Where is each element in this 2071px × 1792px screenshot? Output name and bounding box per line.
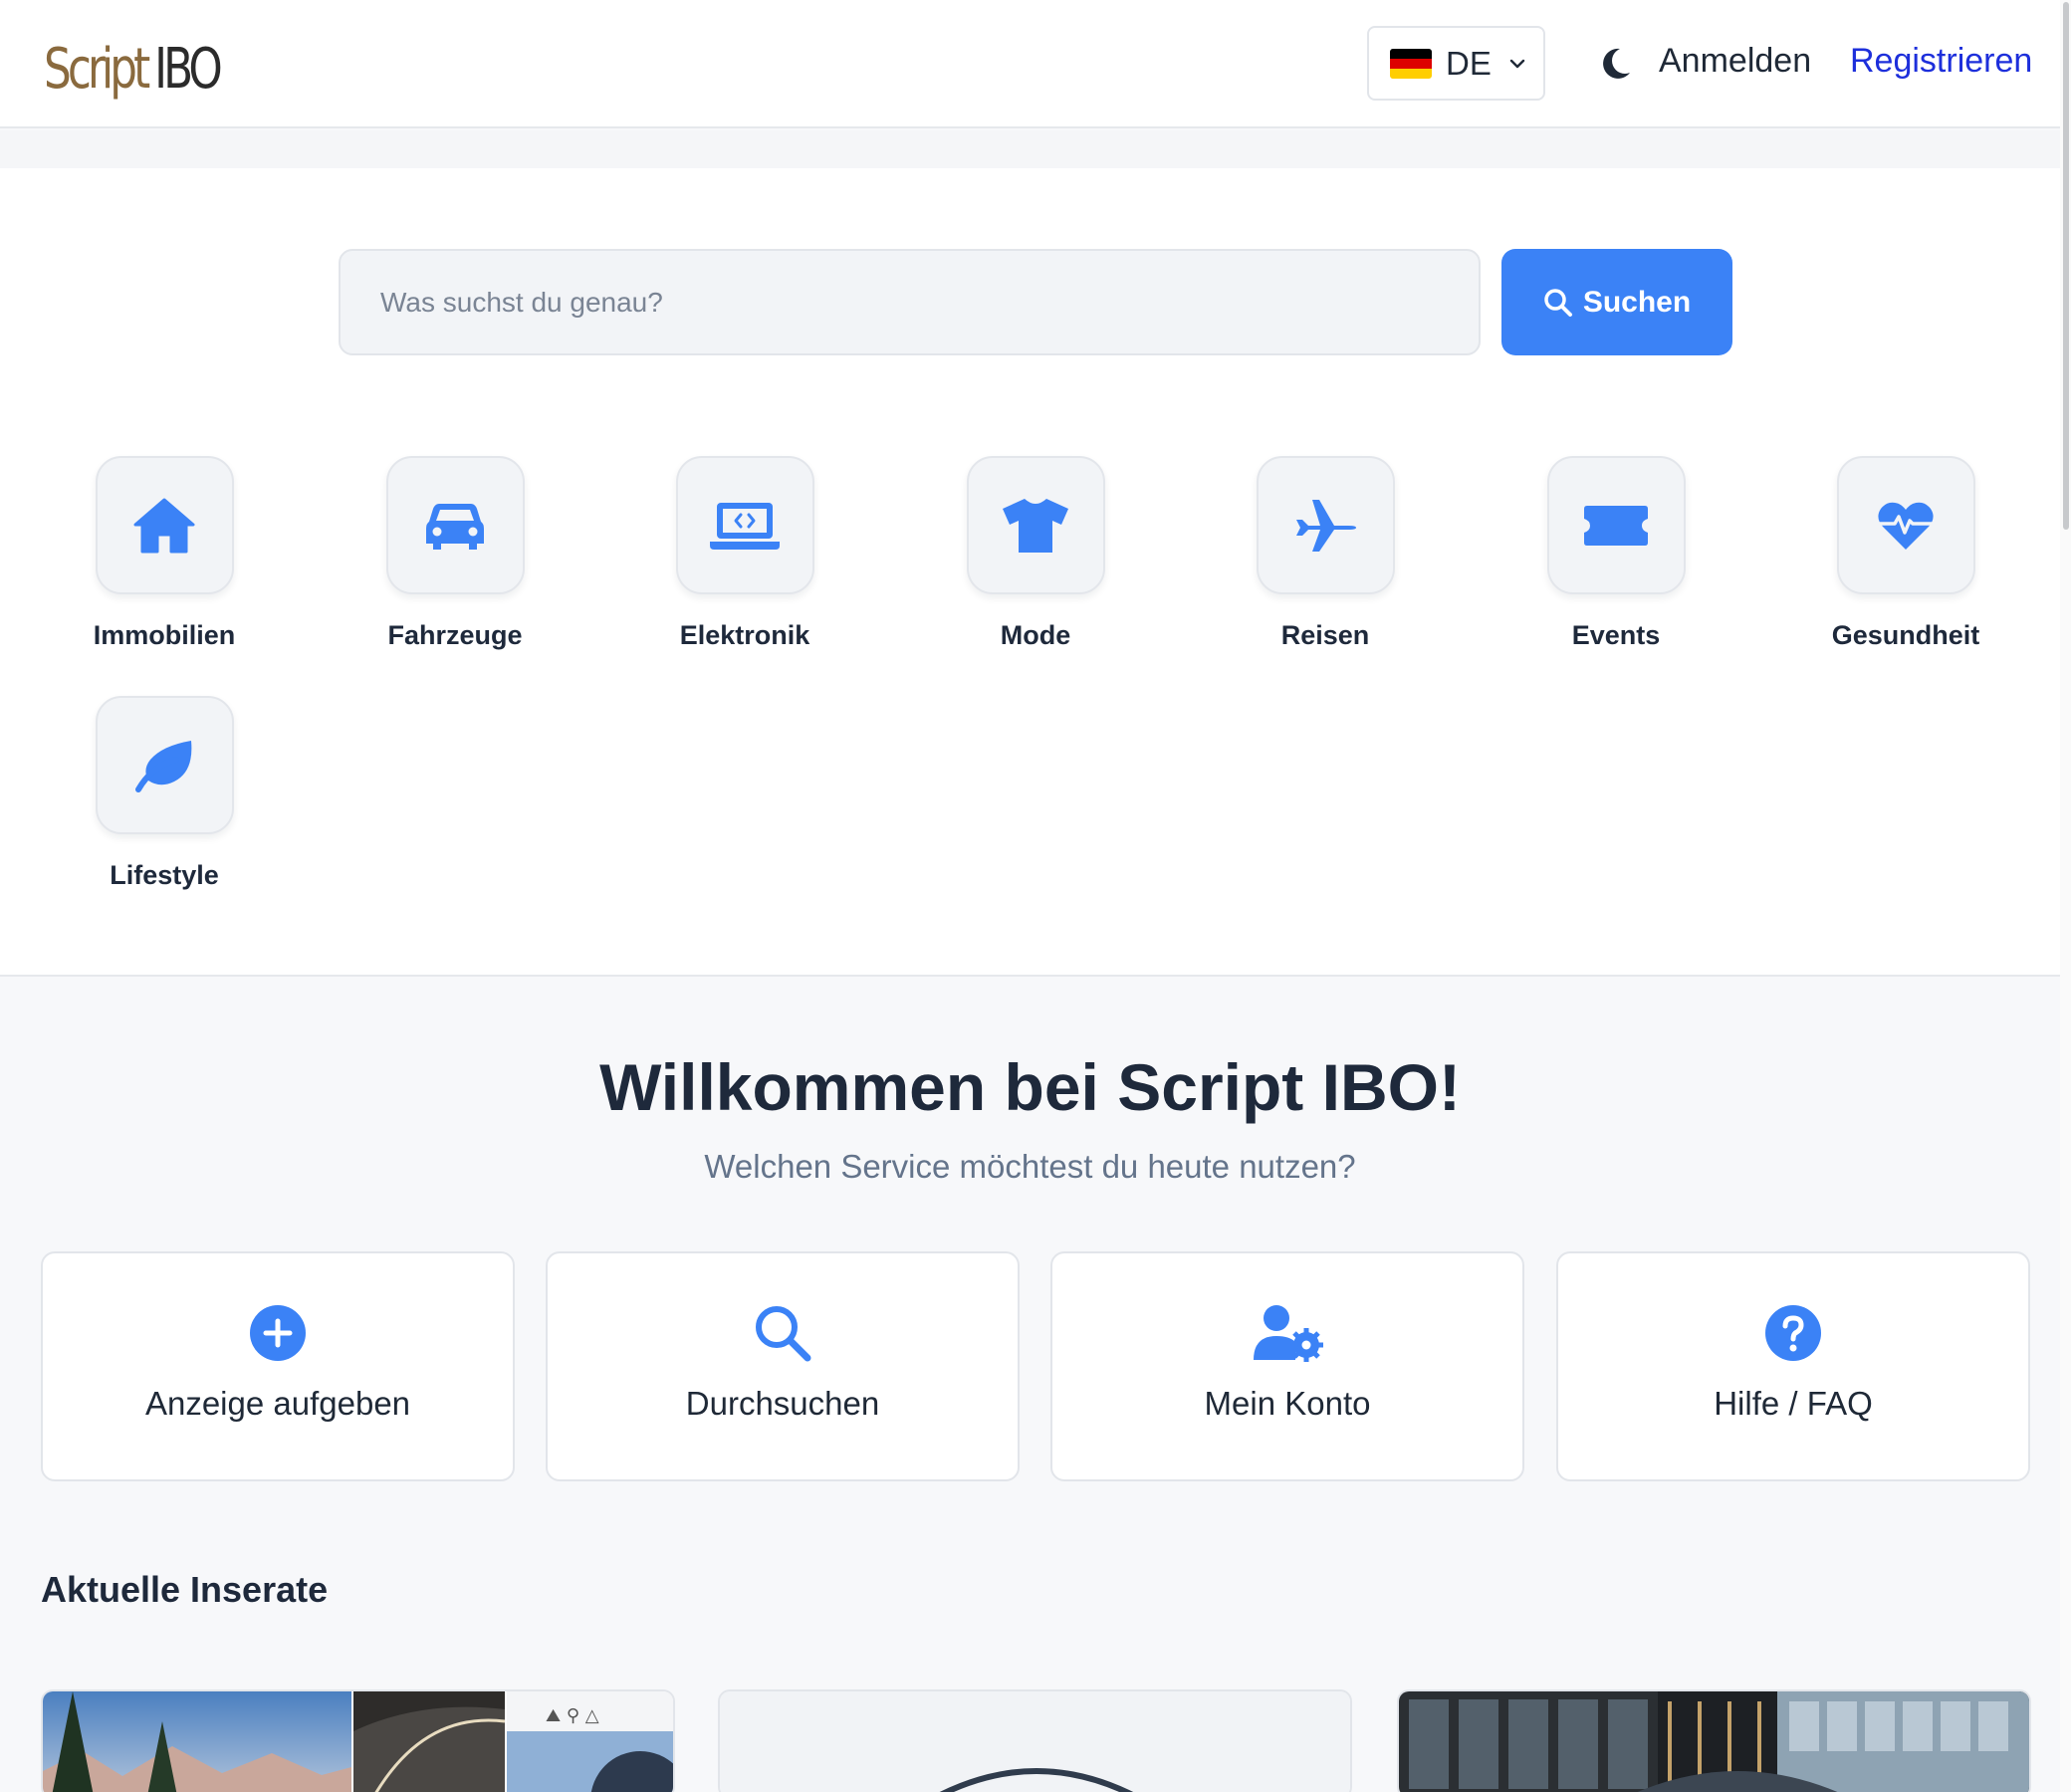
category-elektronik[interactable]: Elektronik [625, 456, 864, 651]
site-header: Script IBO DE Anmelden Registrieren [0, 0, 2060, 128]
category-label: Events [1571, 620, 1661, 650]
category-tile [1256, 456, 1395, 594]
search-input[interactable] [339, 249, 1481, 355]
category-label: Lifestyle [110, 860, 219, 890]
category-label: Reisen [1280, 620, 1370, 650]
dark-mode-moon-icon[interactable] [1600, 47, 1632, 81]
action-label: Mein Konto [1204, 1385, 1371, 1422]
chevron-down-icon [1509, 59, 1525, 68]
register-link[interactable]: Registrieren [1850, 42, 2032, 81]
category-mode[interactable]: Mode [916, 456, 1155, 651]
leaf-icon [135, 740, 192, 792]
category-lifestyle[interactable]: Lifestyle [45, 696, 284, 891]
category-events[interactable]: Events [1496, 456, 1735, 651]
logo-ibo-text: IBO [154, 37, 223, 102]
my-account-card[interactable]: Mein Konto [1050, 1251, 1524, 1481]
german-flag-icon [1390, 48, 1432, 79]
laptop-code-icon [710, 502, 780, 550]
category-tile [95, 696, 234, 834]
category-label: Immobilien [93, 620, 236, 650]
action-label: Hilfe / FAQ [1714, 1385, 1873, 1422]
shirt-icon [1003, 498, 1068, 553]
welcome-subtitle: Welchen Service möchtest du heute nutzen… [704, 1148, 1356, 1185]
scrollbar-thumb[interactable] [2063, 2, 2069, 530]
language-selector[interactable]: DE [1367, 26, 1545, 101]
page-scrollbar[interactable] [2060, 0, 2071, 1792]
search-icon [756, 1306, 811, 1362]
listing-image [1399, 1691, 2029, 1792]
listing-card[interactable] [718, 1689, 1352, 1792]
svg-text:⛰ ⚲ △: ⛰ ⚲ △ [546, 1705, 599, 1726]
help-faq-card[interactable]: Hilfe / FAQ [1556, 1251, 2030, 1481]
language-code: DE [1446, 44, 1492, 82]
header-spacer-band [0, 130, 2060, 168]
category-label: Fahrzeuge [387, 620, 523, 650]
search-button[interactable]: Suchen [1501, 249, 1732, 355]
category-tile [675, 456, 814, 594]
category-immobilien[interactable]: Immobilien [45, 456, 284, 651]
browse-card[interactable]: Durchsuchen [546, 1251, 1020, 1481]
category-tile [1836, 456, 1975, 594]
listing-image: ⛰ ⚲ △ [43, 1691, 673, 1792]
category-gesundheit[interactable]: Gesundheit [1786, 456, 2025, 651]
category-reisen[interactable]: Reisen [1206, 456, 1445, 651]
listing-placeholder-image [720, 1691, 1350, 1792]
listing-card[interactable] [1397, 1689, 2031, 1792]
plus-circle-icon [250, 1305, 306, 1361]
question-circle-icon [1765, 1305, 1821, 1361]
action-label: Durchsuchen [685, 1385, 880, 1422]
user-gear-icon [1254, 1305, 1323, 1362]
search-category-section: Suchen Immobilien Fahrzeuge [0, 168, 2060, 977]
category-tile [385, 456, 525, 594]
category-tile [966, 456, 1105, 594]
category-tile [1546, 456, 1686, 594]
search-button-label: Suchen [1582, 285, 1692, 319]
recent-listings-title: Aktuelle Inserate [41, 1569, 329, 1610]
category-label: Mode [1000, 620, 1071, 650]
category-label: Gesundheit [1831, 620, 1980, 650]
action-label: Anzeige aufgeben [144, 1385, 411, 1422]
category-tile [95, 456, 234, 594]
login-link[interactable]: Anmelden [1659, 42, 1811, 81]
house-icon [133, 498, 195, 553]
ticket-icon [1584, 505, 1648, 546]
category-fahrzeuge[interactable]: Fahrzeuge [336, 456, 575, 651]
search-icon [1544, 288, 1572, 317]
car-icon [426, 503, 484, 550]
logo-script-text: Script [44, 37, 150, 102]
category-label: Elektronik [679, 620, 810, 650]
welcome-title: Willkommen bei Script IBO! [599, 1050, 1461, 1124]
heart-pulse-icon [1878, 502, 1934, 550]
post-ad-card[interactable]: Anzeige aufgeben [41, 1251, 515, 1481]
site-logo[interactable]: Script IBO [44, 32, 223, 102]
listing-card[interactable]: ⛰ ⚲ △ [41, 1689, 675, 1792]
plane-icon [1296, 499, 1356, 552]
